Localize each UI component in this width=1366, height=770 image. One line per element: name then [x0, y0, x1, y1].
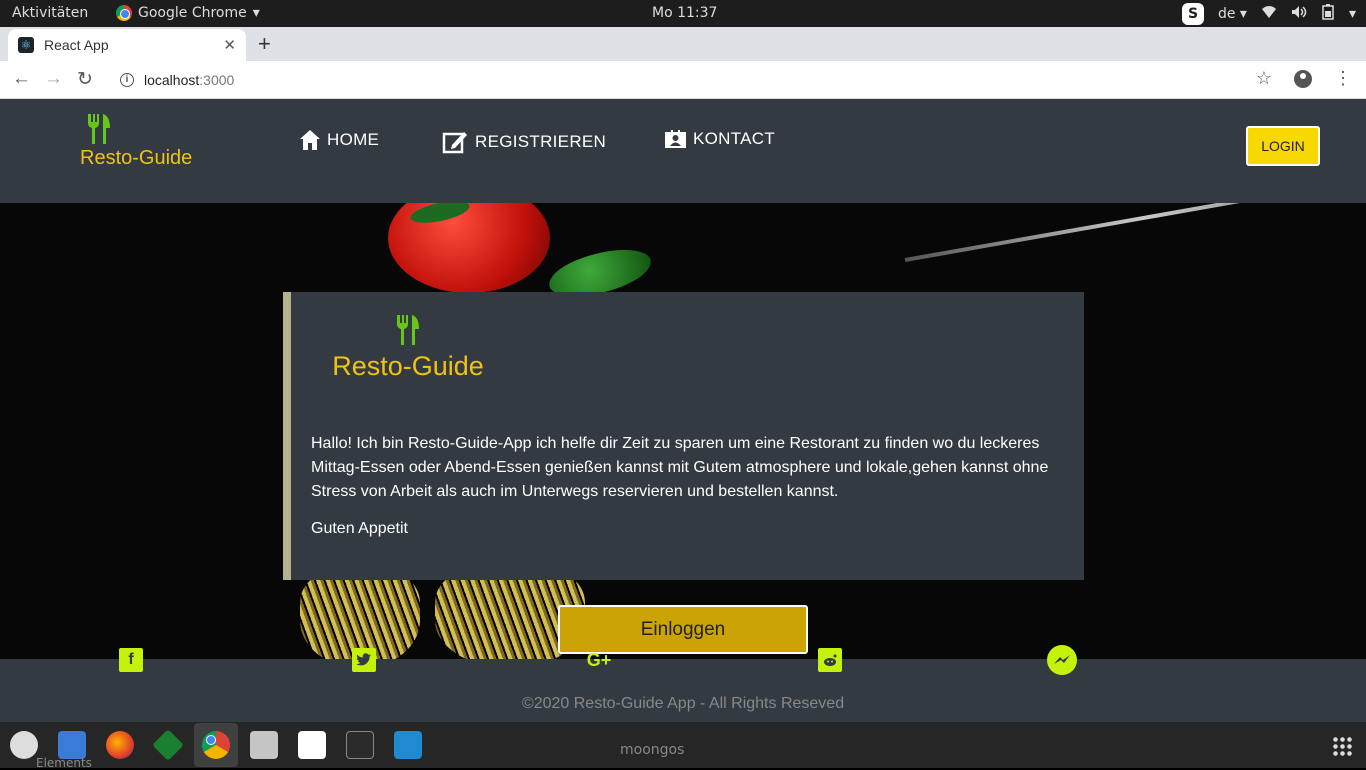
- nav-home[interactable]: HOME: [299, 129, 379, 151]
- fork-knife-icon: [397, 315, 419, 345]
- activities-button[interactable]: Aktivitäten: [12, 5, 88, 21]
- address-bar[interactable]: i localhost:3000: [110, 65, 1300, 95]
- app-menu[interactable]: Google Chrome ▾: [116, 5, 260, 21]
- close-icon[interactable]: ✕: [223, 36, 236, 54]
- twitter-icon[interactable]: [352, 648, 376, 672]
- nav-registrieren[interactable]: REGISTRIEREN: [442, 129, 606, 155]
- firefox-icon[interactable]: [106, 731, 134, 759]
- url-port: :3000: [199, 72, 235, 88]
- nav-home-label: HOME: [327, 130, 380, 149]
- fork-image: [904, 203, 1366, 262]
- nav-kontact[interactable]: KONTACT: [664, 129, 775, 149]
- fork-knife-icon: [88, 114, 110, 144]
- tab-title: React App: [44, 37, 109, 53]
- language-label: de: [1217, 6, 1236, 22]
- brand-logo[interactable]: Resto-Guide: [80, 113, 200, 170]
- login-button[interactable]: LOGIN: [1246, 126, 1320, 166]
- browser-toolbar: ← → ↻ i localhost:3000 ☆ ⋮: [0, 61, 1366, 99]
- volume-icon: [1291, 5, 1307, 23]
- copyright-text: ©2020 Resto-Guide App - All Rights Resev…: [521, 695, 845, 712]
- battery-icon: [1321, 4, 1335, 24]
- moongos-label: moongos: [620, 742, 685, 758]
- vim-icon[interactable]: [152, 729, 184, 761]
- app-header: Resto-Guide HOME REGISTRIEREN KONTACT LO…: [0, 99, 1366, 203]
- text-editor-icon[interactable]: [58, 731, 86, 759]
- app-menu-label: Google Chrome: [138, 5, 247, 21]
- amazon-icon[interactable]: [298, 731, 326, 759]
- hero-section: Resto-Guide Hallo! Ich bin Resto-Guide-A…: [0, 203, 1366, 659]
- chrome-icon: [202, 731, 230, 759]
- footer: f G+ ©2020 Resto-Guide App - All Rights …: [0, 645, 1366, 722]
- skype-icon[interactable]: S: [1181, 3, 1204, 25]
- chrome-dock-item[interactable]: [194, 723, 238, 767]
- system-tray[interactable]: S de ▾ ▾: [1181, 3, 1356, 25]
- google-plus-icon[interactable]: G+: [581, 648, 617, 672]
- profile-icon[interactable]: [1294, 69, 1312, 88]
- chevron-down-icon: ▾: [252, 5, 260, 21]
- vscode-icon[interactable]: [394, 731, 422, 759]
- forward-icon[interactable]: →: [44, 68, 63, 90]
- greeting-text: Guten Appetit: [311, 520, 408, 537]
- chevron-down-icon: ▾: [1348, 6, 1356, 22]
- app-grid-icon[interactable]: [1332, 736, 1352, 756]
- system-top-bar: Aktivitäten Google Chrome ▾ Mo 11:37 S d…: [0, 0, 1366, 27]
- chrome-icon: [116, 5, 132, 21]
- nav-kontact-label: KONTACT: [693, 129, 776, 148]
- info-icon[interactable]: i: [120, 73, 134, 87]
- reload-icon[interactable]: ↻: [77, 68, 93, 91]
- browser-tab[interactable]: ⚛ React App ✕: [8, 29, 246, 61]
- einloggen-button[interactable]: Einloggen: [558, 605, 808, 654]
- taskbar-dock: moongos Elements: [0, 722, 1366, 770]
- file-manager-icon[interactable]: [250, 731, 278, 759]
- pasta-image: [300, 573, 420, 659]
- card-logo: Resto-Guide: [323, 314, 493, 382]
- back-icon[interactable]: ←: [12, 68, 31, 90]
- edit-icon: [442, 132, 467, 154]
- more-menu-icon[interactable]: ⋮: [1334, 68, 1352, 89]
- messenger-icon[interactable]: [1047, 645, 1077, 675]
- card-brand-name: Resto-Guide: [332, 351, 484, 381]
- url-host: localhost: [144, 72, 200, 88]
- contact-card-icon: [665, 130, 686, 148]
- terminal-icon[interactable]: [346, 731, 374, 759]
- reddit-icon[interactable]: [818, 648, 842, 672]
- clock[interactable]: Mo 11:37: [652, 5, 717, 21]
- bookmark-star-icon[interactable]: ☆: [1256, 68, 1272, 89]
- intro-card: Resto-Guide Hallo! Ich bin Resto-Guide-A…: [283, 292, 1084, 580]
- react-icon: ⚛: [18, 37, 34, 53]
- language-indicator[interactable]: de ▾: [1218, 6, 1247, 22]
- brand-name: Resto-Guide: [80, 147, 193, 169]
- new-tab-button[interactable]: +: [258, 31, 271, 57]
- wifi-icon: [1261, 5, 1277, 23]
- tab-strip: ⚛ React App ✕ +: [0, 27, 1366, 61]
- home-icon: [300, 130, 320, 150]
- facebook-icon[interactable]: f: [119, 648, 143, 672]
- nav-registrieren-label: REGISTRIEREN: [475, 132, 607, 151]
- rhythmbox-icon[interactable]: [10, 731, 38, 759]
- intro-text: Hallo! Ich bin Resto-Guide-App ich helfe…: [311, 435, 1049, 500]
